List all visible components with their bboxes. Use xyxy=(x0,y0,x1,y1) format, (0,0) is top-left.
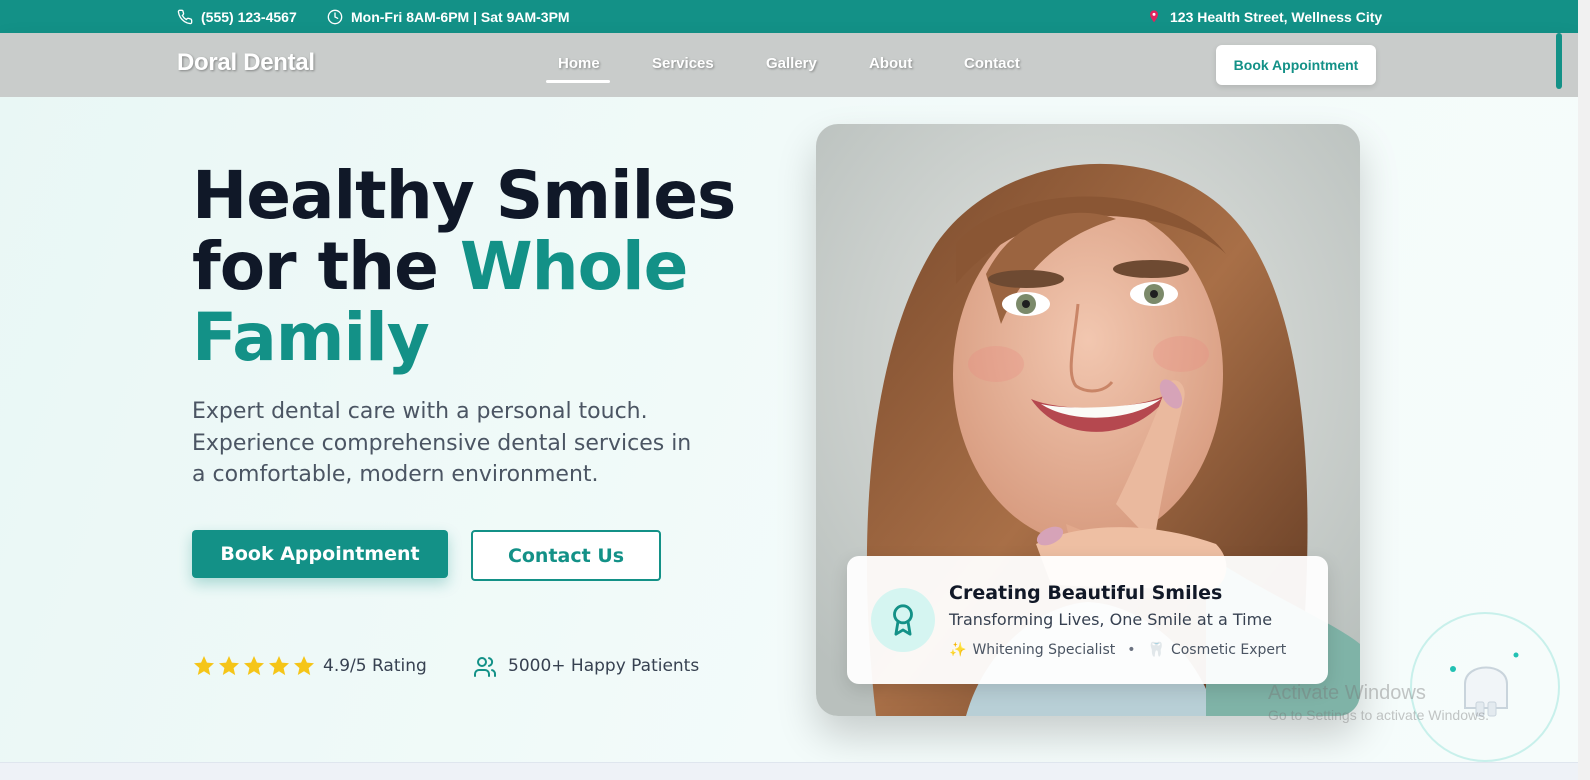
hero-subtitle: Expert dental care with a personal touch… xyxy=(192,399,692,487)
hero-contact-us-button[interactable]: Contact Us xyxy=(471,530,661,581)
location-pin-icon xyxy=(1150,9,1158,22)
active-nav-indicator xyxy=(546,80,610,83)
star-icon xyxy=(194,656,214,676)
nav-link-about[interactable]: About xyxy=(869,55,912,72)
card-title: Creating Beautiful Smiles xyxy=(949,582,1223,604)
star-icon xyxy=(244,656,264,676)
card-subtitle: Transforming Lives, One Smile at a Time xyxy=(949,610,1273,629)
phone-info[interactable]: (555) 123-4567 xyxy=(177,0,297,33)
star-icon xyxy=(219,656,239,676)
rating-stars xyxy=(192,654,316,678)
hero-book-appointment-button[interactable]: Book Appointment xyxy=(192,530,448,578)
nav-link-services[interactable]: Services xyxy=(652,55,714,72)
tag-cosmetic: Cosmetic Expert xyxy=(1170,642,1287,658)
vertical-scrollbar[interactable] xyxy=(1578,0,1590,780)
nav-link-contact[interactable]: Contact xyxy=(964,55,1020,72)
clock-icon xyxy=(327,9,343,24)
address-text: 123 Health Street, Wellness City xyxy=(1170,8,1383,25)
phone-number: (555) 123-4567 xyxy=(201,8,297,25)
tag-separator: • xyxy=(1127,642,1136,658)
nav-link-gallery[interactable]: Gallery xyxy=(766,55,817,72)
star-icon xyxy=(269,656,289,676)
award-badge xyxy=(871,588,935,652)
floating-chat-widget[interactable] xyxy=(1410,612,1560,762)
next-section-edge xyxy=(0,762,1578,780)
site-logo[interactable]: Doral Dental xyxy=(177,49,315,77)
tag-whitening: Whitening Specialist xyxy=(972,642,1116,658)
card-tags: ✨ Whitening Specialist • 🦷 Cosmetic Expe… xyxy=(949,642,1286,658)
hero-headline: Healthy Smiles for the Whole Family xyxy=(192,160,792,373)
hours-info: Mon-Fri 8AM-6PM | Sat 9AM-3PM xyxy=(327,0,570,33)
star-icon xyxy=(294,656,314,676)
sparkles-icon: ✨ xyxy=(949,642,967,658)
patients-count-text: 5000+ Happy Patients xyxy=(508,656,700,676)
windows-watermark-subtitle: Go to Settings to activate Windows. xyxy=(1268,707,1489,723)
smiles-info-card: Creating Beautiful Smiles Transforming L… xyxy=(847,556,1328,684)
main-navbar: Doral Dental Home Services Gallery About… xyxy=(0,33,1578,97)
address-info: 123 Health Street, Wellness City xyxy=(1146,0,1382,33)
award-icon xyxy=(893,604,913,636)
rating-text: 4.9/5 Rating xyxy=(323,656,427,676)
nav-link-home[interactable]: Home xyxy=(558,55,600,72)
users-icon xyxy=(474,657,497,677)
windows-watermark-title: Activate Windows xyxy=(1268,682,1426,704)
headline-line-2: for the xyxy=(192,228,439,305)
headline-line-1: Healthy Smiles xyxy=(192,157,736,234)
nav-book-appointment-button[interactable]: Book Appointment xyxy=(1216,45,1376,85)
scrollbar-thumb[interactable] xyxy=(1556,33,1562,89)
tooth-icon: 🦷 xyxy=(1147,642,1165,658)
top-info-bar: (555) 123-4567 Mon-Fri 8AM-6PM | Sat 9AM… xyxy=(0,0,1590,33)
opening-hours: Mon-Fri 8AM-6PM | Sat 9AM-3PM xyxy=(351,8,570,25)
phone-icon xyxy=(177,9,193,24)
